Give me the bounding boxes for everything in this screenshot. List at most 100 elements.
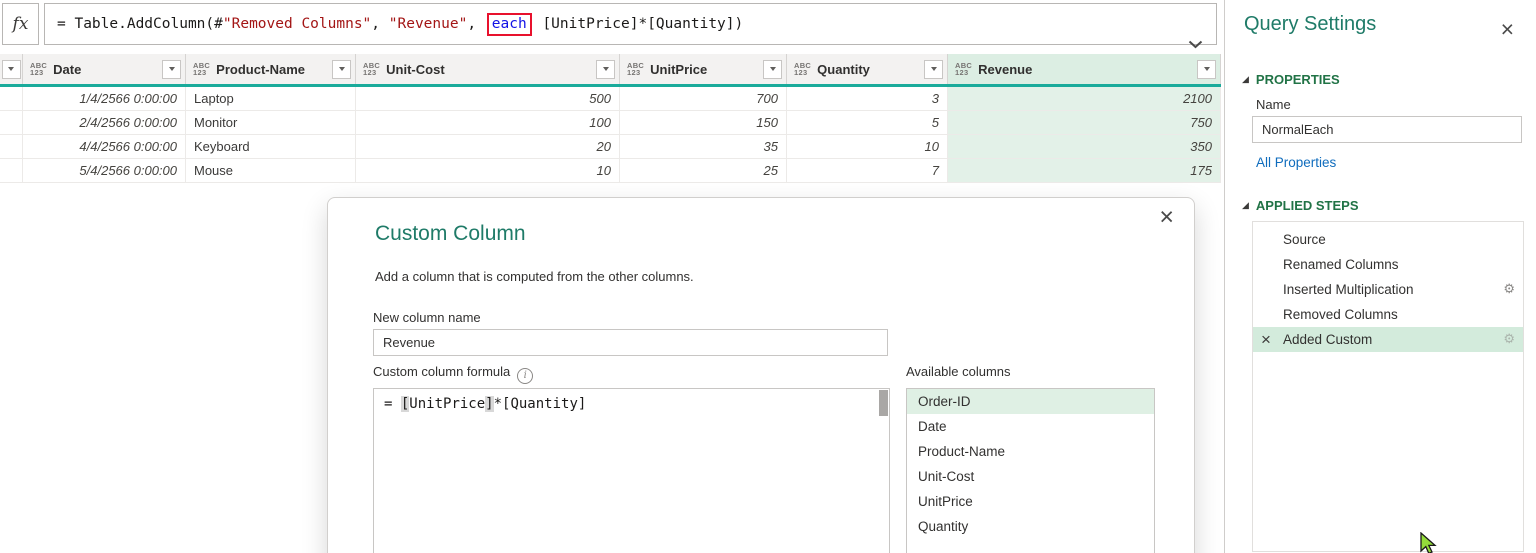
table-cell-quantity[interactable]: 7 xyxy=(787,159,948,182)
table-cell-revenue[interactable]: 175 xyxy=(948,159,1221,182)
mouse-cursor-icon xyxy=(1419,531,1441,553)
table-header-row: ABC 123 Date ABC 123 Product-Name ABC 123 Unit-C… xyxy=(0,54,1221,84)
column-type-icon: ABC 123 xyxy=(794,60,812,77)
column-type-icon: ABC 123 xyxy=(193,60,211,77)
panel-title: Query Settings xyxy=(1244,13,1377,35)
table-row: 2/4/2566 0:00:00 Monitor 100 150 5 750 xyxy=(0,111,1221,135)
dialog-title: Custom Column xyxy=(375,222,526,245)
formula-segment: *[Quantity] xyxy=(493,396,587,412)
step-label: Source xyxy=(1283,232,1326,247)
formula-bar: fx = Table.AddColumn(#"Removed Columns",… xyxy=(2,3,1217,49)
applied-step-removed-columns[interactable]: Removed Columns xyxy=(1253,302,1523,327)
table-cell-product-name[interactable]: Mouse xyxy=(186,159,356,182)
table-cell-revenue[interactable]: 750 xyxy=(948,111,1221,134)
fx-button[interactable]: fx xyxy=(2,3,39,45)
table-cell-unit-cost[interactable]: 500 xyxy=(356,87,620,110)
formula-scrollbar-thumb[interactable] xyxy=(879,390,888,416)
column-header-product-name[interactable]: ABC 123 Product-Name xyxy=(186,54,356,84)
step-label: Renamed Columns xyxy=(1283,257,1399,272)
dropdown-triangle-icon xyxy=(8,67,14,71)
column-type-icon: ABC 123 xyxy=(627,60,645,77)
fx-icon: fx xyxy=(12,14,29,34)
table-row: 1/4/2566 0:00:00 Laptop 500 700 3 2100 xyxy=(0,87,1221,111)
column-filter-button[interactable] xyxy=(763,59,782,79)
available-column-order-id[interactable]: Order-ID xyxy=(907,389,1154,414)
column-filter-button[interactable] xyxy=(924,59,943,79)
applied-steps-section-header[interactable]: ◢ APPLIED STEPS xyxy=(1242,198,1359,213)
table-cell-product-name[interactable]: Keyboard xyxy=(186,135,356,158)
table-cell-product-name[interactable]: Monitor xyxy=(186,111,356,134)
available-column-product-name[interactable]: Product-Name xyxy=(907,439,1154,464)
step-label: Removed Columns xyxy=(1283,307,1398,322)
column-header-unit-cost[interactable]: ABC 123 Unit-Cost xyxy=(356,54,620,84)
table-cell-product-name[interactable]: Laptop xyxy=(186,87,356,110)
formula-segment: = xyxy=(384,396,401,412)
table-cell-unitprice[interactable]: 25 xyxy=(620,159,787,182)
table-cell-quantity[interactable]: 5 xyxy=(787,111,948,134)
row-margin-cell xyxy=(0,111,23,134)
table-cell-unit-cost[interactable]: 10 xyxy=(356,159,620,182)
column-filter-button[interactable] xyxy=(332,59,351,79)
delete-step-icon[interactable]: × xyxy=(1261,327,1271,352)
applied-step-source[interactable]: Source xyxy=(1253,227,1523,252)
column-name: Quantity xyxy=(817,61,870,77)
column-header-date[interactable]: ABC 123 Date xyxy=(23,54,186,84)
available-column-unit-cost[interactable]: Unit-Cost xyxy=(907,464,1154,489)
dialog-close-icon[interactable]: × xyxy=(1159,204,1174,230)
column-name: Unit-Cost xyxy=(386,61,445,77)
formula-segment: "Removed Columns" xyxy=(222,15,372,32)
table-cell-unit-cost[interactable]: 100 xyxy=(356,111,620,134)
table-cell-revenue[interactable]: 350 xyxy=(948,135,1221,158)
applied-step-added-custom[interactable]: × Added Custom ⚙ xyxy=(1253,327,1523,352)
gear-icon[interactable]: ⚙ xyxy=(1503,326,1515,351)
custom-formula-editor[interactable]: = [UnitPrice]*[Quantity] xyxy=(373,388,890,553)
all-properties-link[interactable]: All Properties xyxy=(1256,155,1336,170)
table-cell-revenue[interactable]: 2100 xyxy=(948,87,1221,110)
table-cell-date[interactable]: 2/4/2566 0:00:00 xyxy=(23,111,186,134)
row-margin-cell xyxy=(0,135,23,158)
dropdown-triangle-icon xyxy=(769,67,776,71)
dropdown-triangle-icon xyxy=(602,67,609,71)
available-column-quantity[interactable]: Quantity xyxy=(907,514,1154,539)
column-name: Revenue xyxy=(978,61,1033,77)
panel-close-icon[interactable]: × xyxy=(1501,16,1514,43)
table-filter-button[interactable] xyxy=(1,59,21,79)
table-cell-unitprice[interactable]: 150 xyxy=(620,111,787,134)
applied-step-renamed-columns[interactable]: Renamed Columns xyxy=(1253,252,1523,277)
formula-segment: [UnitPrice]*[Quantity]) xyxy=(533,15,744,32)
applied-step-inserted-multiplication[interactable]: Inserted Multiplication ⚙ xyxy=(1253,277,1523,302)
query-name-input[interactable] xyxy=(1252,116,1522,143)
new-column-name-label: New column name xyxy=(373,310,481,325)
power-query-editor-window: fx = Table.AddColumn(#"Removed Columns",… xyxy=(0,0,1536,553)
dropdown-triangle-icon xyxy=(338,67,345,71)
new-column-name-input[interactable] xyxy=(373,329,888,356)
table-cell-unitprice[interactable]: 35 xyxy=(620,135,787,158)
formula-text: = Table.AddColumn(#"Removed Columns", "R… xyxy=(57,12,744,36)
row-index-column-header[interactable] xyxy=(0,54,23,84)
column-filter-button[interactable] xyxy=(1197,59,1216,79)
table-cell-unitprice[interactable]: 700 xyxy=(620,87,787,110)
column-header-unitprice[interactable]: ABC 123 UnitPrice xyxy=(620,54,787,84)
column-header-quantity[interactable]: ABC 123 Quantity xyxy=(787,54,948,84)
applied-steps-list: Source Renamed Columns Inserted Multiplica… xyxy=(1252,221,1524,552)
table-cell-date[interactable]: 4/4/2566 0:00:00 xyxy=(23,135,186,158)
column-filter-button[interactable] xyxy=(162,59,181,79)
gear-icon[interactable]: ⚙ xyxy=(1503,276,1515,301)
column-filter-button[interactable] xyxy=(596,59,615,79)
table-row: 5/4/2566 0:00:00 Mouse 10 25 7 175 xyxy=(0,159,1221,183)
table-cell-date[interactable]: 1/4/2566 0:00:00 xyxy=(23,87,186,110)
column-type-icon: ABC 123 xyxy=(30,60,48,77)
table-cell-quantity[interactable]: 3 xyxy=(787,87,948,110)
table-row: 4/4/2566 0:00:00 Keyboard 20 35 10 350 xyxy=(0,135,1221,159)
column-name: Product-Name xyxy=(216,61,306,77)
formula-input[interactable]: = Table.AddColumn(#"Removed Columns", "R… xyxy=(44,3,1217,49)
column-header-revenue[interactable]: ABC 123 Revenue xyxy=(948,54,1221,84)
available-column-date[interactable]: Date xyxy=(907,414,1154,439)
name-label: Name xyxy=(1256,97,1291,112)
table-cell-quantity[interactable]: 10 xyxy=(787,135,948,158)
expander-icon: ◢ xyxy=(1242,74,1249,84)
available-column-unitprice[interactable]: UnitPrice xyxy=(907,489,1154,514)
table-cell-unit-cost[interactable]: 20 xyxy=(356,135,620,158)
table-cell-date[interactable]: 5/4/2566 0:00:00 xyxy=(23,159,186,182)
properties-section-header[interactable]: ◢ PROPERTIES xyxy=(1242,72,1340,87)
